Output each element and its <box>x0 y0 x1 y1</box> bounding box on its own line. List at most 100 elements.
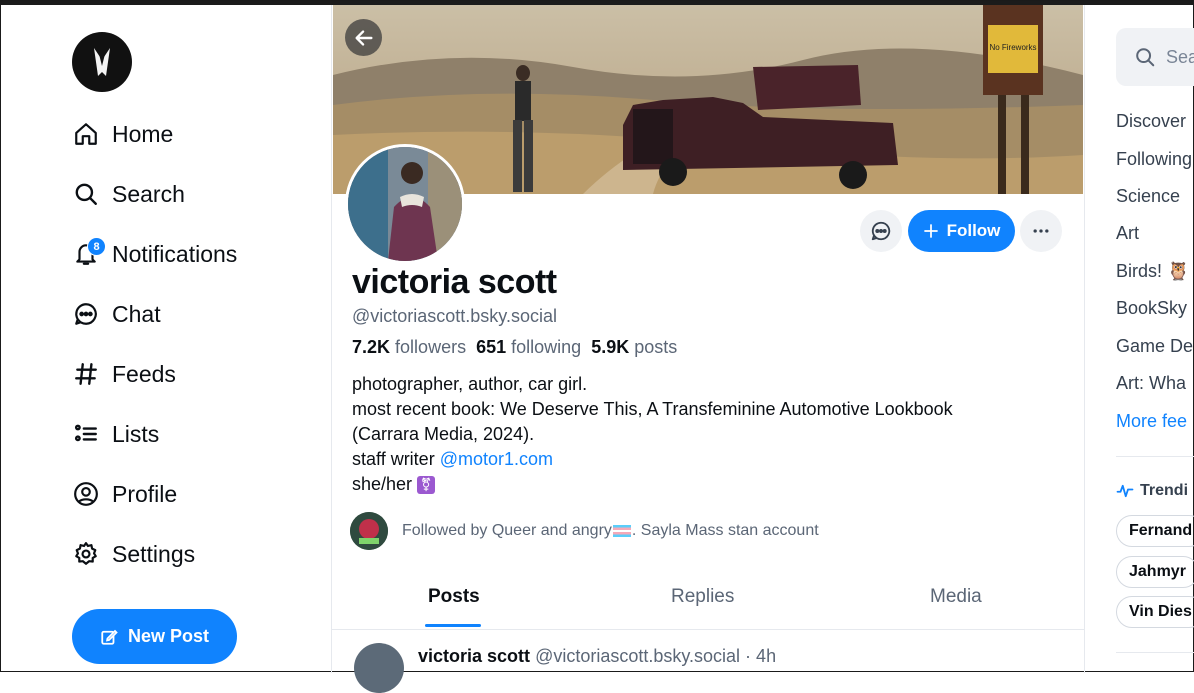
right-sidebar: Sea Discover Following Science Art Birds… <box>1084 5 1194 673</box>
notifications-badge: 8 <box>87 237 106 256</box>
transgender-symbol-icon: ⚧ <box>417 476 436 495</box>
bio-line: most recent book: We Deserve This, A Tra… <box>352 399 953 419</box>
back-button[interactable] <box>345 19 382 56</box>
profile-bio: photographer, author, car girl. most rec… <box>352 372 1052 497</box>
feed-link-discover[interactable]: Discover <box>1116 111 1186 132</box>
new-post-label: New Post <box>127 626 210 646</box>
profile-tabs: Posts Replies Media <box>332 574 1084 630</box>
bell-icon: 8 <box>71 237 106 269</box>
bio-line: photographer, author, car girl. <box>352 374 588 394</box>
nav-notifications-label: Notifications <box>112 240 238 267</box>
trending-chip[interactable]: Fernand <box>1116 515 1194 547</box>
bio-line: (Carrara Media, 2024). <box>352 424 535 444</box>
following-stat[interactable]: 651 following <box>476 337 581 357</box>
trending-label: Trendi <box>1140 482 1189 499</box>
user-circle-icon <box>71 479 101 509</box>
followed-by-suffix: . Sayla Mass stan account <box>631 522 819 539</box>
nav-profile-label: Profile <box>112 480 178 507</box>
nav-feeds[interactable]: Feeds <box>71 354 176 394</box>
followers-stat[interactable]: 7.2K followers <box>352 337 466 357</box>
feed-link-birds[interactable]: Birds! 🦉 <box>1116 261 1189 282</box>
nav-chat[interactable]: Chat <box>71 294 161 334</box>
nav-search[interactable]: Search <box>71 174 185 214</box>
trending-header: Trendi <box>1116 482 1188 500</box>
search-icon <box>1136 48 1155 67</box>
trans-flag-icon <box>612 525 631 537</box>
nav-settings-label: Settings <box>112 540 196 567</box>
nav-notifications[interactable]: 8 Notifications <box>71 234 237 274</box>
banner-sign-text: No Fireworks <box>989 43 1036 52</box>
feed-link-art-what[interactable]: Art: Wha <box>1116 373 1186 394</box>
trending-chip[interactable]: Vin Dies <box>1116 596 1194 628</box>
posts-label: posts <box>634 337 678 357</box>
list-icon <box>71 419 101 449</box>
tab-replies[interactable]: Replies <box>671 586 734 608</box>
new-post-button[interactable]: New Post <box>72 609 237 664</box>
bio-line: staff writer @motor1.com <box>352 447 1052 472</box>
posts-stat: 5.9K posts <box>591 337 677 357</box>
followed-by-text: Followed by Queer and angry <box>402 522 612 539</box>
bio-mention-link[interactable]: @motor1.com <box>440 449 553 469</box>
feed-link-art[interactable]: Art <box>1116 223 1139 244</box>
chat-icon <box>71 299 101 329</box>
profile-more-actions <box>1020 210 1062 252</box>
profile-actions <box>860 210 902 252</box>
tab-media[interactable]: Media <box>930 586 982 608</box>
post-item[interactable]: victoria scott @victoriascott.bsky.socia… <box>354 643 776 693</box>
feed-link-science[interactable]: Science <box>1116 186 1180 207</box>
post-author-avatar[interactable] <box>354 643 404 693</box>
trending-pulse-icon <box>1116 484 1134 498</box>
avatar-photo-illustration <box>348 147 462 261</box>
post-author-name[interactable]: victoria scott <box>418 646 530 666</box>
gear-icon <box>71 539 101 569</box>
followers-label: followers <box>395 337 467 357</box>
chat-bubble-icon <box>871 221 891 241</box>
trending-chip[interactable]: Jahmyr <box>1116 556 1194 588</box>
sidebar-divider <box>1116 652 1194 653</box>
hash-icon <box>71 359 101 389</box>
arrow-left-icon <box>354 29 373 46</box>
profile-column: No Fireworks Follow victoria scott @vict <box>331 5 1085 693</box>
nav-lists[interactable]: Lists <box>71 414 159 454</box>
following-count: 651 <box>476 337 507 357</box>
search-placeholder: Sea <box>1166 46 1194 67</box>
profile-stats: 7.2K followers 651 following 5.9K posts <box>352 337 677 358</box>
follow-label: Follow <box>946 221 1001 240</box>
follow-button[interactable]: Follow <box>908 210 1015 252</box>
nav-home-label: Home <box>112 120 174 147</box>
tab-posts[interactable]: Posts <box>428 586 480 608</box>
search-input[interactable]: Sea <box>1116 28 1194 86</box>
left-sidebar: Home Search 8 Notifications Chat Feeds L… <box>1 5 331 673</box>
ellipsis-icon <box>1033 229 1049 233</box>
message-button[interactable] <box>860 210 902 252</box>
user-avatar-logo[interactable] <box>72 32 132 92</box>
compose-icon <box>101 629 118 645</box>
more-options-button[interactable] <box>1020 210 1062 252</box>
bio-pronouns: she/her <box>352 474 413 494</box>
post-meta: @victoriascott.bsky.social · 4h <box>535 646 777 666</box>
plus-icon <box>923 224 938 238</box>
following-label: following <box>511 337 582 357</box>
profile-avatar[interactable] <box>345 144 465 264</box>
nav-search-label: Search <box>112 180 185 207</box>
nav-settings[interactable]: Settings <box>71 534 195 574</box>
followed-by-row[interactable]: Followed by Queer and angry . Sayla Mass … <box>350 512 819 550</box>
feed-link-game-dev[interactable]: Game De <box>1116 336 1193 357</box>
nav-home[interactable]: Home <box>71 114 173 154</box>
nav-feeds-label: Feeds <box>112 360 176 387</box>
search-icon <box>71 179 101 209</box>
follower-avatar <box>350 512 388 550</box>
nav-profile[interactable]: Profile <box>71 474 177 514</box>
more-feeds-link[interactable]: More fee <box>1116 411 1187 432</box>
followers-count: 7.2K <box>352 337 391 357</box>
post-header: victoria scott @victoriascott.bsky.socia… <box>418 646 776 667</box>
feed-link-following[interactable]: Following <box>1116 149 1192 170</box>
home-icon <box>71 119 101 149</box>
sidebar-divider <box>1116 456 1194 457</box>
bio-line-prefix: staff writer <box>352 449 440 469</box>
feed-link-booksky[interactable]: BookSky <box>1116 298 1187 319</box>
profile-handle: @victoriascott.bsky.social <box>352 306 557 326</box>
active-tab-indicator <box>425 624 481 627</box>
bio-line: she/her ⚧ <box>352 472 1052 497</box>
profile-display-name: victoria scott <box>352 263 557 301</box>
